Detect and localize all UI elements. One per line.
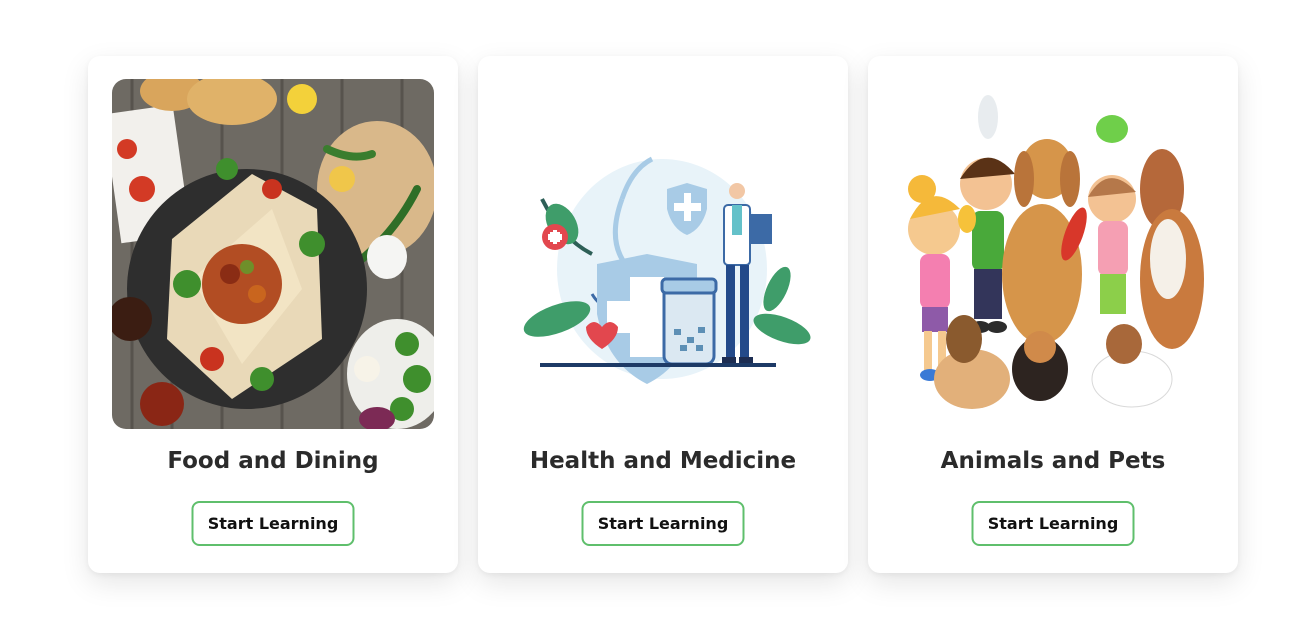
card-title: Food and Dining xyxy=(167,448,379,474)
topic-card-health: Health and Medicine Start Learning xyxy=(478,56,848,573)
topic-card-list: Food and Dining Start Learning Health an… xyxy=(88,56,1238,573)
children-with-pets-illustration xyxy=(892,79,1214,429)
topic-card-animals: Animals and Pets Start Learning xyxy=(868,56,1238,573)
card-title: Health and Medicine xyxy=(529,448,797,474)
card-title: Animals and Pets xyxy=(940,448,1166,474)
health-medicine-illustration xyxy=(502,79,824,429)
start-learning-button[interactable]: Start Learning xyxy=(191,501,355,546)
topic-card-food: Food and Dining Start Learning xyxy=(88,56,458,573)
food-platter-image xyxy=(112,79,434,429)
start-learning-button[interactable]: Start Learning xyxy=(581,501,745,546)
start-learning-button[interactable]: Start Learning xyxy=(971,501,1135,546)
